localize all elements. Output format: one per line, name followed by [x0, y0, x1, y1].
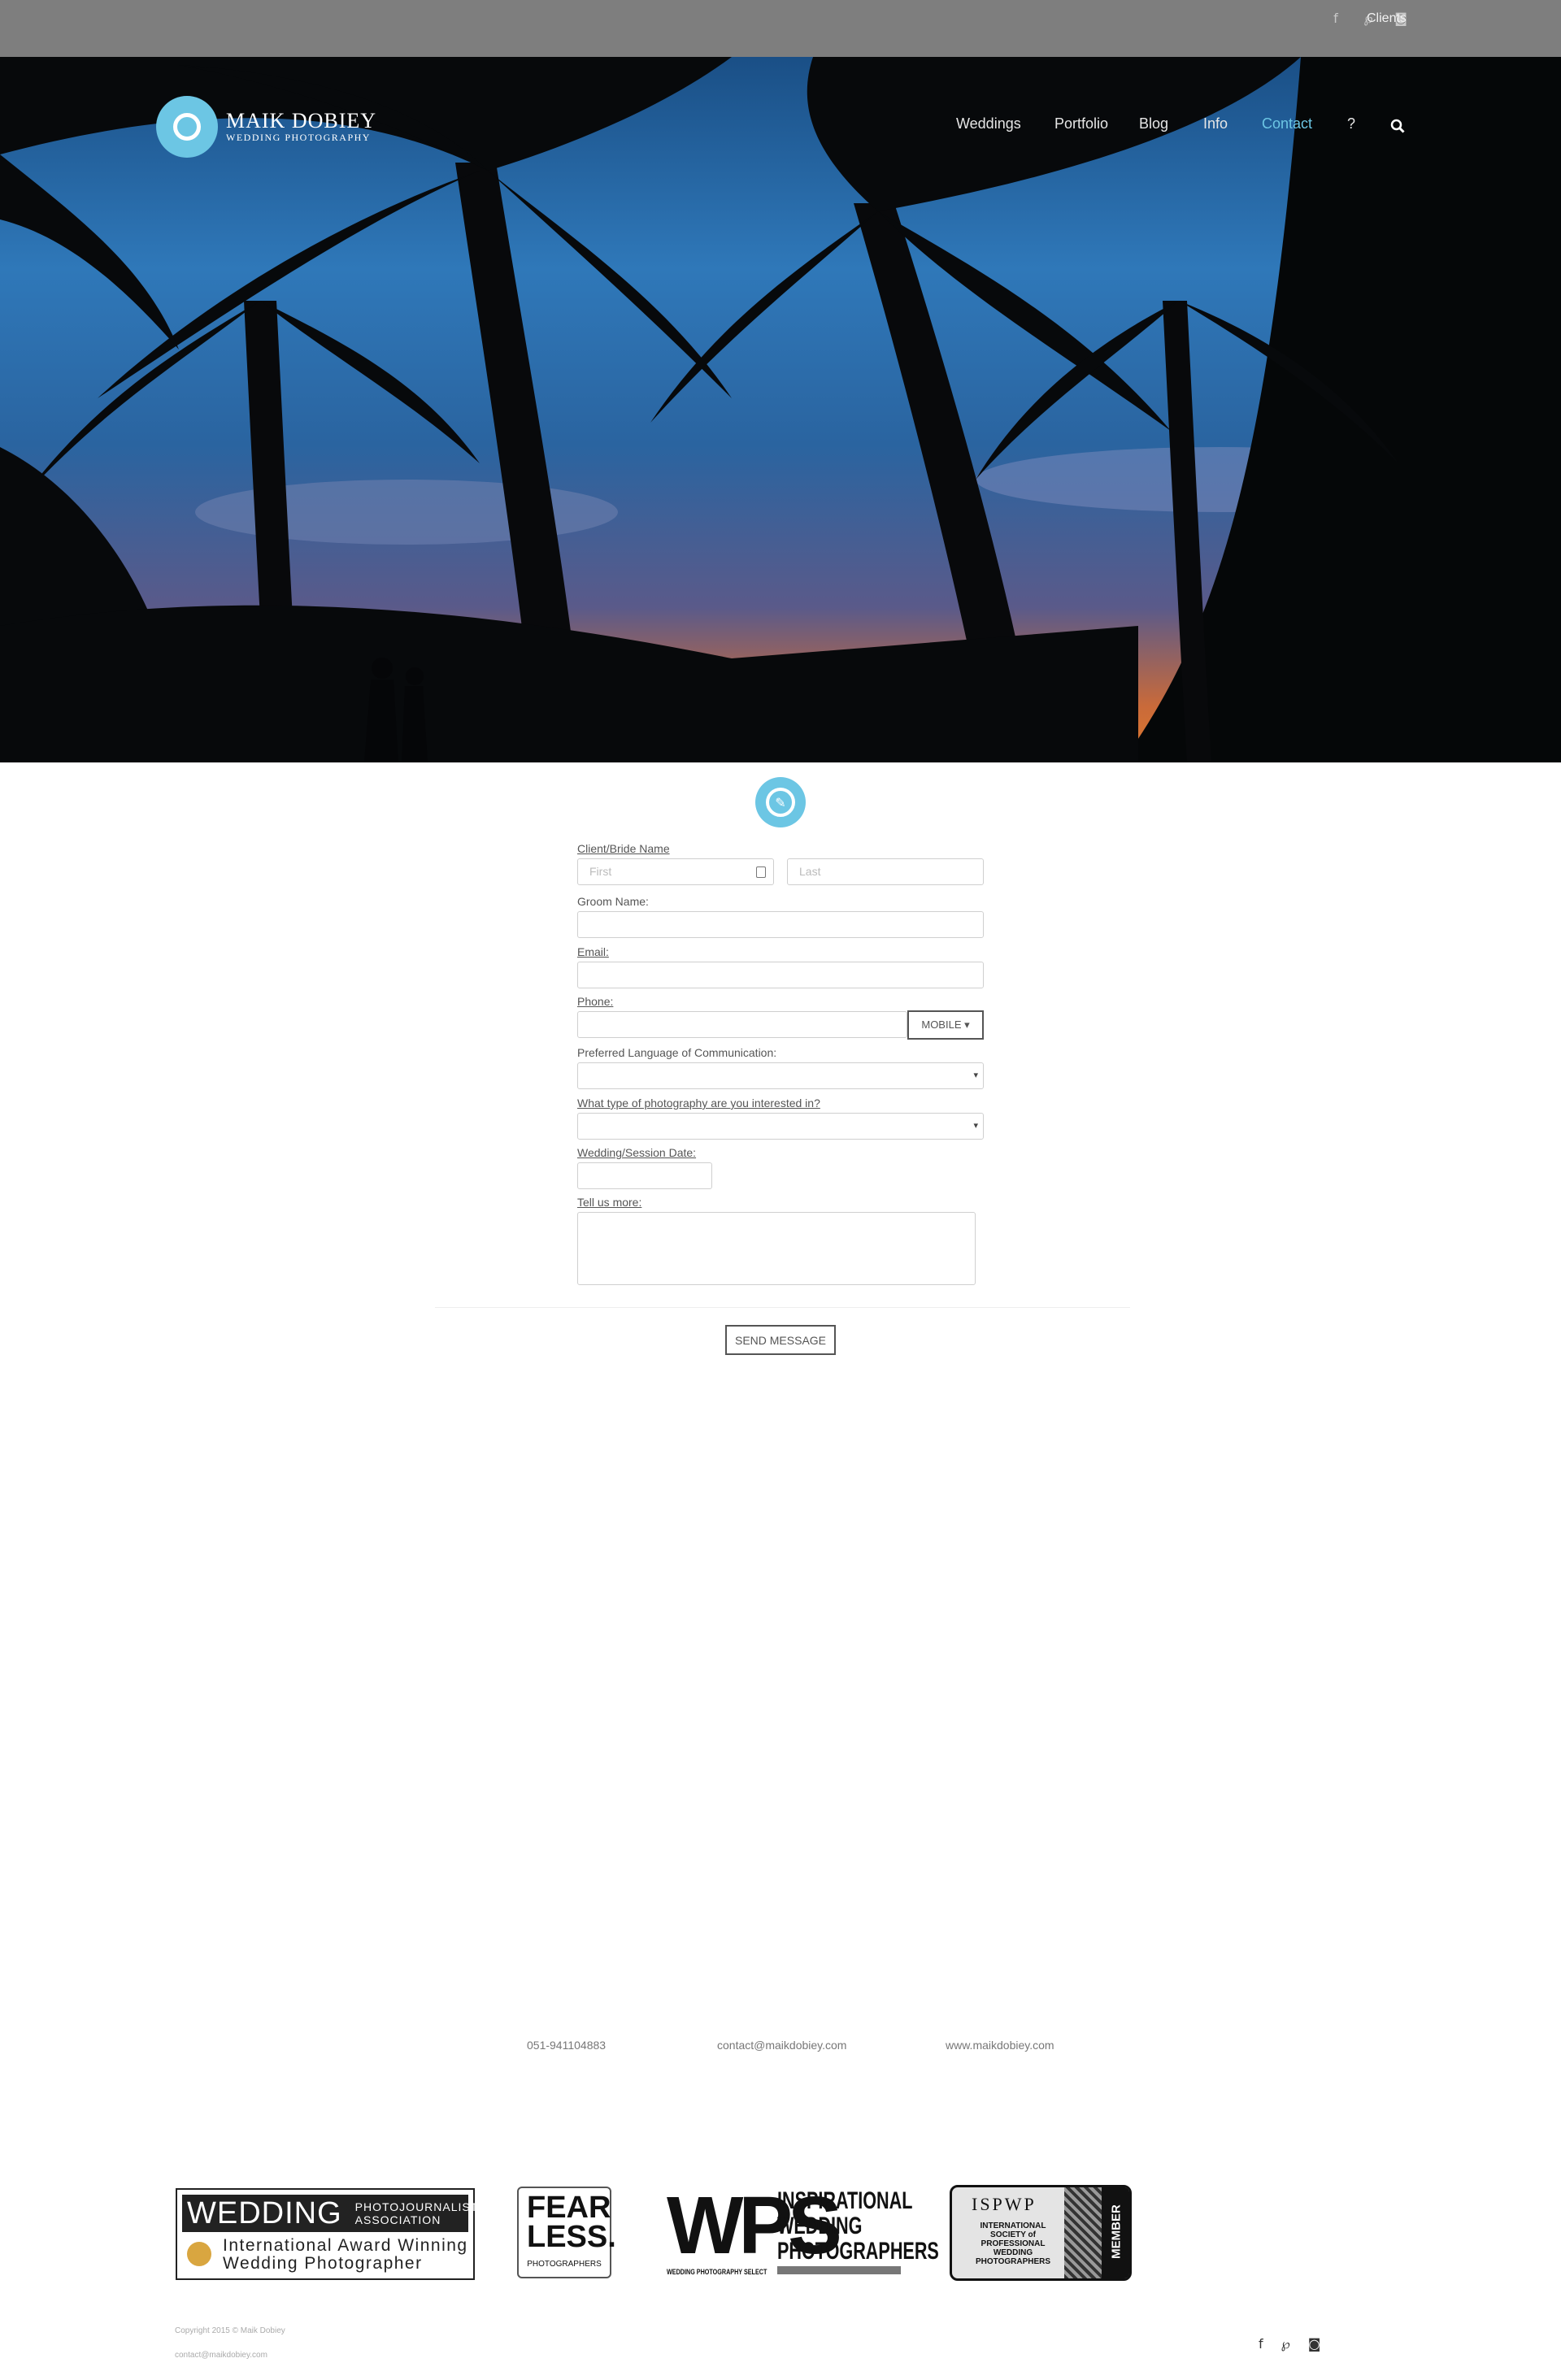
phone-type-dropdown[interactable]: MOBILE ▾ [907, 1010, 984, 1040]
nav-item-info[interactable]: Info [1203, 115, 1228, 132]
pencil-icon: ✎ [766, 788, 795, 817]
phone-label: Phone: [577, 995, 614, 1008]
photography-type-label: What type of photography are you interes… [577, 1097, 820, 1110]
form-divider [435, 1307, 1130, 1308]
first-name-input[interactable]: First [577, 858, 774, 885]
pinterest-icon[interactable]: ℘ [1281, 2336, 1290, 2352]
top-bar: f ℘ ◙ Clients [0, 0, 1561, 57]
ispwp-member: MEMBER [1109, 2204, 1124, 2259]
session-date-input[interactable] [577, 1162, 712, 1189]
wps-line3: PHOTOGRAPHERS [777, 2238, 939, 2265]
footer-social-links: f ℘ ◙ [1259, 2336, 1320, 2352]
fearless-sub: PHOTOGRAPHERS [527, 2260, 602, 2269]
ispwp-title: ISPWP [972, 2194, 1037, 2214]
logo-tagline: WEDDING PHOTOGRAPHY [226, 131, 371, 143]
session-date-label: Wedding/Session Date: [577, 1146, 697, 1159]
nav-item-blog[interactable]: Blog [1139, 115, 1168, 132]
wpja-org-line2: ASSOCIATION [354, 2213, 441, 2226]
ispwp-l1: INTERNATIONAL [980, 2221, 1046, 2230]
wps-sub: WEDDING PHOTOGRAPHY SELECT [667, 2268, 767, 2276]
nav-item-help[interactable]: ? [1347, 115, 1355, 132]
wps-badge[interactable]: WPS INSPIRATIONAL WEDDING PHOTOGRAPHERS … [667, 2183, 939, 2281]
last-name-input[interactable]: Last [787, 858, 984, 885]
nav-item-weddings[interactable]: Weddings [956, 115, 1021, 132]
search-icon[interactable] [1390, 119, 1405, 133]
photography-type-select[interactable] [577, 1113, 984, 1140]
fearless-line1: FEAR [527, 2191, 611, 2225]
fearless-line2: LESS. [527, 2220, 616, 2254]
wpja-badge[interactable]: WEDDING PHOTOJOURNALIST ASSOCIATION Inte… [176, 2188, 477, 2280]
logo-name: MAIK DOBIEY [226, 108, 377, 132]
wps-line2: WEDDING [777, 2213, 863, 2239]
client-name-label: Client/Bride Name [577, 842, 670, 855]
award-medal-icon [187, 2242, 211, 2266]
contact-card-icon [756, 866, 766, 878]
ispwp-badge[interactable]: ISPWP INTERNATIONAL SOCIETY of PROFESSIO… [950, 2185, 1132, 2281]
language-select[interactable] [577, 1062, 984, 1089]
ispwp-l3: PROFESSIONAL [981, 2239, 1046, 2248]
nav-item-contact[interactable]: Contact [1262, 115, 1312, 132]
tell-us-more-label: Tell us more: [577, 1196, 642, 1209]
wpja-line1: International Award Winning [223, 2236, 468, 2255]
language-label: Preferred Language of Communication: [577, 1046, 777, 1059]
footer-email[interactable]: contact@maikdobiey.com [175, 2351, 267, 2360]
fearless-badge[interactable]: FEAR LESS. PHOTOGRAPHERS [517, 2187, 616, 2278]
wps-line1: INSPIRATIONAL [777, 2187, 913, 2214]
instagram-icon[interactable]: ◙ [1308, 2336, 1321, 2352]
wpja-org-line1: PHOTOJOURNALIST [354, 2200, 479, 2213]
facebook-icon[interactable]: f [1259, 2336, 1263, 2352]
ispwp-l2: SOCIETY of [990, 2230, 1036, 2239]
contact-phone: 051-941104883 [527, 2039, 607, 2052]
hero-image: MAIK DOBIEY WEDDING PHOTOGRAPHY Weddings… [0, 57, 1561, 762]
facebook-icon[interactable]: f [1328, 11, 1343, 26]
ispwp-l4: WEDDING [993, 2248, 1033, 2257]
email-input[interactable] [577, 962, 984, 988]
email-label: Email: [577, 945, 609, 958]
groom-name-input[interactable] [577, 911, 984, 938]
wpja-title: WEDDING [187, 2195, 342, 2230]
copyright-text: Copyright 2015 © Maik Dobiey [175, 2326, 285, 2335]
groom-name-label: Groom Name: [577, 895, 649, 908]
logo-mark-icon [156, 96, 218, 158]
nav-item-portfolio[interactable]: Portfolio [1054, 115, 1108, 132]
phone-input[interactable] [577, 1011, 907, 1038]
wpja-line2: Wedding Photographer [223, 2254, 423, 2273]
clients-link[interactable]: Clients [1367, 11, 1407, 26]
contact-website[interactable]: www.maikdobiey.com [946, 2039, 1054, 2052]
site-logo[interactable]: MAIK DOBIEY WEDDING PHOTOGRAPHY [156, 96, 376, 158]
ispwp-l5: PHOTOGRAPHERS [975, 2257, 1051, 2266]
contact-email[interactable]: contact@maikdobiey.com [717, 2039, 846, 2052]
send-message-button[interactable]: SEND MESSAGE [725, 1325, 836, 1355]
tell-us-more-textarea[interactable] [577, 1212, 976, 1285]
contact-form-icon: ✎ [755, 777, 806, 827]
palm-trees-silhouette [0, 57, 1561, 762]
